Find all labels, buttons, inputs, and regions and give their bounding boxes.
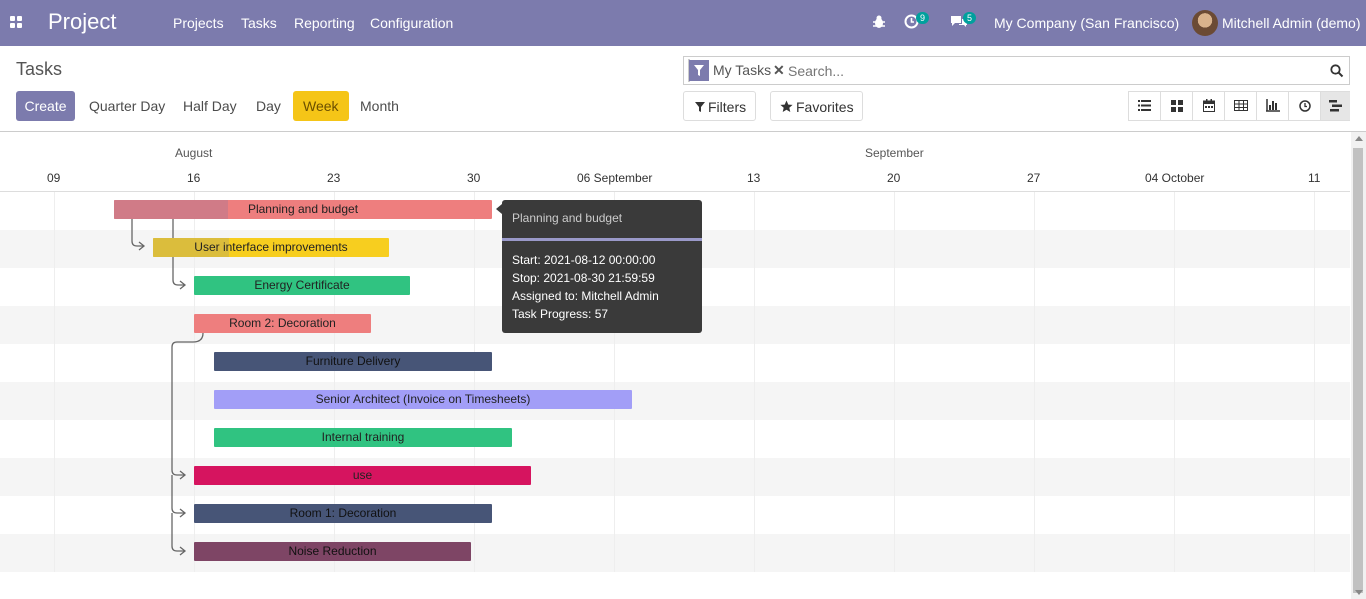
graph-view-icon[interactable]: [1257, 92, 1289, 120]
tooltip-assigned: Assigned to: Mitchell Admin: [512, 289, 659, 303]
view-switcher: [1128, 91, 1350, 121]
scale-day[interactable]: Day: [246, 91, 291, 121]
search-input[interactable]: [788, 61, 1308, 81]
scroll-down-icon[interactable]: [1355, 590, 1363, 595]
task-bar[interactable]: Furniture Delivery: [214, 352, 492, 371]
tooltip-stop: Stop: 2021-08-30 21:59:59: [512, 271, 655, 285]
task-label: Senior Architect (Invoice on Timesheets): [315, 392, 531, 406]
task-label: Room 1: Decoration: [289, 506, 397, 520]
activity-view-icon[interactable]: [1289, 92, 1321, 120]
tooltip-progress: Task Progress: 57: [512, 307, 609, 321]
task-bar[interactable]: Senior Architect (Invoice on Timesheets): [214, 390, 632, 409]
star-icon: [780, 100, 793, 112]
vertical-scrollbar[interactable]: [1351, 132, 1366, 599]
task-progress: [114, 200, 228, 219]
tooltip-separator: [502, 238, 702, 241]
task-label: use: [352, 468, 373, 482]
search-icon[interactable]: [1330, 64, 1344, 78]
tooltip-arrow: [496, 204, 502, 214]
tooltip-title: Planning and budget: [512, 211, 623, 225]
page-title: Tasks: [16, 59, 63, 79]
tooltip-start: Start: 2021-08-12 00:00:00: [512, 253, 656, 267]
messages-count-badge: 5: [963, 12, 977, 24]
menu-configuration[interactable]: Configuration: [370, 15, 453, 31]
task-label: User interface improvements: [194, 240, 348, 254]
task-label: Room 2: Decoration: [229, 316, 336, 330]
scroll-thumb[interactable]: [1353, 148, 1363, 593]
task-label: Planning and budget: [247, 202, 359, 216]
task-label: Internal training: [321, 430, 405, 444]
menu-tasks[interactable]: Tasks: [241, 15, 277, 31]
filter-icon: [689, 60, 709, 81]
task-bar[interactable]: User interface improvements: [153, 238, 389, 257]
user-avatar[interactable]: [1192, 10, 1218, 36]
remove-facet-icon[interactable]: ✕: [773, 62, 785, 78]
apps-menu-icon[interactable]: [10, 16, 22, 28]
activity-count-badge: 9: [916, 12, 930, 24]
task-bar[interactable]: Room 2: Decoration: [194, 314, 371, 333]
filters-label: Filters: [708, 99, 747, 115]
create-button[interactable]: Create: [16, 91, 75, 121]
filter-icon: [695, 102, 705, 112]
list-view-icon[interactable]: [1129, 92, 1161, 120]
gantt-view-icon[interactable]: [1321, 92, 1350, 120]
task-bar[interactable]: Room 1: Decoration: [194, 504, 492, 523]
scroll-up-icon[interactable]: [1355, 136, 1363, 141]
kanban-view-icon[interactable]: [1161, 92, 1193, 120]
bug-icon[interactable]: [872, 14, 886, 30]
pivot-view-icon[interactable]: [1225, 92, 1257, 120]
task-bar[interactable]: use: [194, 466, 531, 485]
favorites-label: Favorites: [796, 99, 854, 115]
company-switcher[interactable]: My Company (San Francisco): [994, 15, 1179, 31]
search-facet-label: My Tasks: [713, 62, 772, 78]
menu-projects[interactable]: Projects: [173, 15, 224, 31]
task-tooltip: Planning and budget Start: 2021-08-12 00…: [496, 200, 702, 333]
task-bar[interactable]: Energy Certificate: [194, 276, 410, 295]
task-bar[interactable]: Planning and budget: [114, 200, 492, 219]
app-brand[interactable]: Project: [48, 9, 116, 35]
top-navbar: Project Projects Tasks Reporting Configu…: [0, 0, 1366, 46]
scale-week[interactable]: Week: [293, 91, 349, 121]
favorites-button[interactable]: Favorites: [770, 91, 863, 121]
search-facet: My Tasks ✕: [688, 59, 785, 82]
scale-month[interactable]: Month: [350, 91, 409, 121]
search-bar[interactable]: My Tasks ✕: [683, 56, 1350, 85]
filters-button[interactable]: Filters: [683, 91, 756, 121]
menu-reporting[interactable]: Reporting: [294, 15, 355, 31]
user-menu[interactable]: Mitchell Admin (demo): [1222, 15, 1361, 31]
task-label: Noise Reduction: [288, 544, 377, 558]
task-label: Energy Certificate: [254, 278, 350, 292]
scale-half-day[interactable]: Half Day: [173, 91, 247, 121]
task-bar[interactable]: Internal training: [214, 428, 512, 447]
scale-quarter-day[interactable]: Quarter Day: [79, 91, 175, 121]
task-bar[interactable]: Noise Reduction: [194, 542, 471, 561]
task-label: Furniture Delivery: [305, 354, 401, 368]
calendar-view-icon[interactable]: [1193, 92, 1225, 120]
